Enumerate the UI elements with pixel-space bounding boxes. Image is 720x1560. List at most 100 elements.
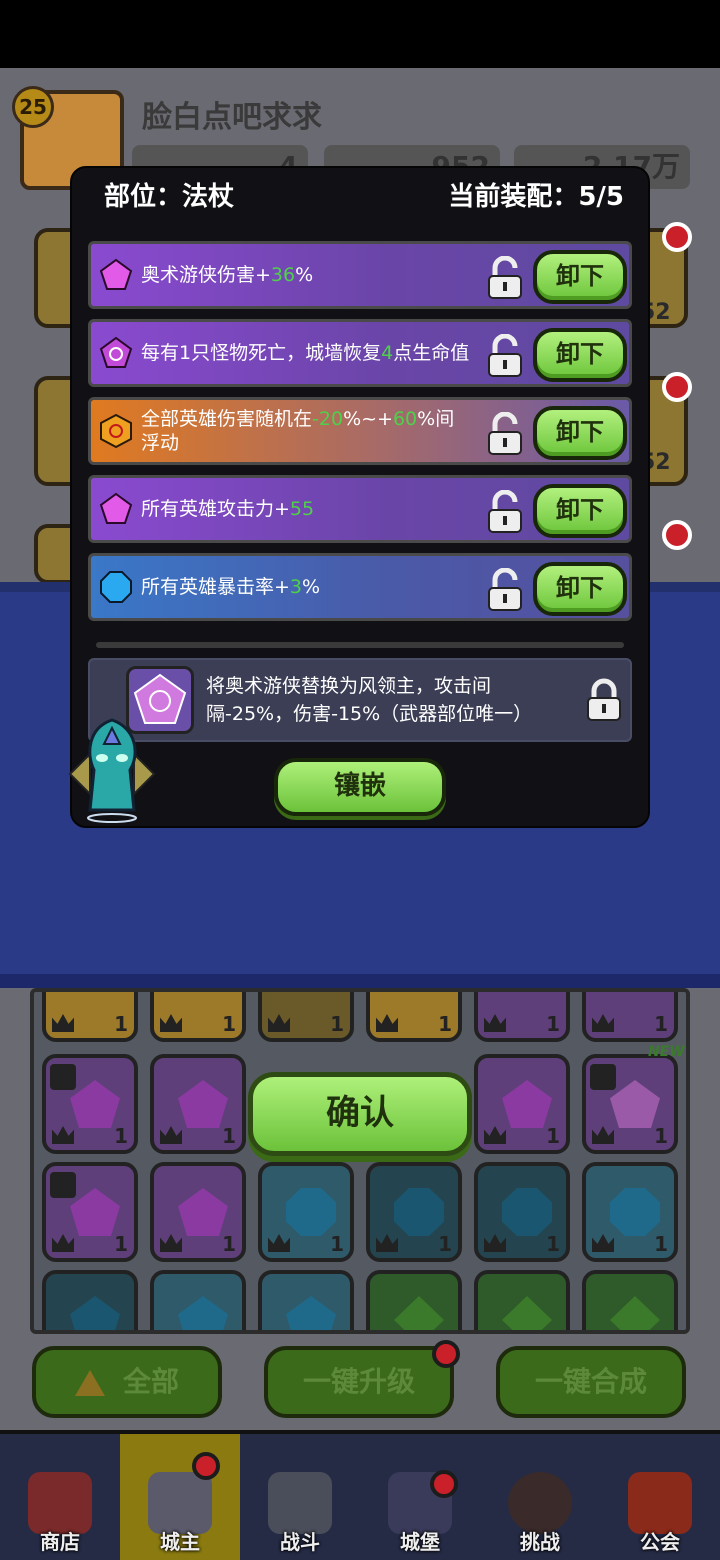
nav-challenge[interactable]: 挑战 — [480, 1434, 600, 1560]
notification-dot — [662, 222, 692, 252]
nav-lord-label: 城主 — [160, 1530, 200, 1554]
blue-gem-icon — [286, 1296, 336, 1330]
triangle-icon — [74, 1370, 105, 1396]
unlocked-padlock-icon[interactable] — [485, 256, 525, 300]
orange-hexagon-gem-icon — [100, 414, 132, 448]
lock-icon — [590, 1064, 616, 1090]
blue-gem-icon — [394, 1188, 444, 1236]
inventory-slot[interactable]: 1 — [150, 1162, 246, 1262]
player-level-badge: 25 — [12, 86, 54, 128]
shop-icon — [28, 1472, 92, 1534]
inventory-slot[interactable] — [474, 1270, 570, 1330]
inventory-slot[interactable]: 1 — [150, 1054, 246, 1154]
blue-octagon-gem-icon — [100, 571, 132, 603]
equipped-gem-row: 所有英雄攻击力+55 卸下 — [88, 475, 632, 543]
lord-crown-icon — [148, 1472, 212, 1534]
blue-gem-icon — [178, 1296, 228, 1330]
gem-effect-text: 所有英雄攻击力+55 — [141, 498, 315, 520]
filter-all-label: 全部 — [122, 1365, 179, 1398]
new-tag: NEW — [648, 1044, 685, 1060]
inventory-slot[interactable]: 1 — [582, 1054, 678, 1154]
unlocked-padlock-icon[interactable] — [485, 412, 525, 456]
notification-dot — [192, 1452, 220, 1480]
locked-padlock-icon — [587, 678, 621, 721]
unload-button[interactable]: 卸下 — [533, 406, 627, 460]
inventory-slot[interactable] — [42, 1270, 138, 1330]
notification-dot — [662, 372, 692, 402]
gem-inventory-grid: 1 1 1 1 1 1 1 1 1 1 1 1 1 1 1 1 — [30, 988, 690, 1334]
notification-dot — [432, 1340, 460, 1368]
demon-icon — [508, 1472, 572, 1534]
crown-icon — [52, 1126, 74, 1144]
blue-gem-icon — [610, 1188, 660, 1236]
purple-gem-icon — [178, 1080, 228, 1128]
inventory-slot[interactable]: 1 — [474, 992, 570, 1042]
inventory-slot[interactable]: 1 — [42, 992, 138, 1042]
filter-all-button[interactable]: 全部 — [32, 1346, 222, 1418]
nav-lord[interactable]: 城主 — [120, 1434, 240, 1560]
merge-all-button[interactable]: 一键合成 — [496, 1346, 686, 1418]
inventory-slot[interactable]: 1 — [366, 1162, 462, 1262]
inventory-slot[interactable] — [582, 1270, 678, 1330]
gem-effect-text: 每有1只怪物死亡，城墙恢复4点生命值 — [141, 342, 470, 364]
crown-icon — [52, 1014, 74, 1032]
skill-description: 将奥术游侠替换为风领主，攻击间隔-25%，伤害-15%（武器部位唯一） — [206, 675, 533, 725]
inventory-slot[interactable]: 1 — [366, 992, 462, 1042]
inventory-slot[interactable]: 1 — [474, 1054, 570, 1154]
hammer-icon — [592, 1126, 614, 1144]
crown-icon — [376, 1234, 398, 1252]
nav-shop[interactable]: 商店 — [0, 1434, 120, 1560]
unlocked-padlock-icon[interactable] — [485, 490, 525, 534]
nav-battle[interactable]: 战斗 — [240, 1434, 360, 1560]
purple-pentagon-gem-icon — [99, 258, 133, 290]
crown-icon — [592, 1014, 614, 1032]
inventory-slot[interactable]: 1 — [150, 992, 246, 1042]
bottom-nav-bar: 商店 城主 战斗 城堡 挑战 公会 — [0, 1430, 720, 1560]
upgrade-all-button[interactable]: 一键升级 — [264, 1346, 454, 1418]
unlocked-padlock-icon[interactable] — [485, 334, 525, 378]
equipped-gem-row: 奥术游侠伤害+36% 卸下 — [88, 241, 632, 309]
nav-castle[interactable]: 城堡 — [360, 1434, 480, 1560]
inventory-slot[interactable] — [258, 1270, 354, 1330]
notification-dot — [662, 520, 692, 550]
inventory-slot[interactable] — [150, 1270, 246, 1330]
inventory-slot[interactable]: 1 — [474, 1162, 570, 1262]
unload-button[interactable]: 卸下 — [533, 250, 627, 304]
swords-icon — [268, 1472, 332, 1534]
inventory-slot[interactable]: 1 — [42, 1054, 138, 1154]
boot-icon — [484, 1234, 506, 1252]
purple-pentagon-gem-icon — [99, 492, 133, 524]
upgrade-all-label: 一键升级 — [302, 1365, 415, 1398]
unload-button[interactable]: 卸下 — [533, 562, 627, 616]
inventory-slot[interactable]: 1 — [42, 1162, 138, 1262]
ring-icon — [592, 1234, 614, 1252]
ring-icon — [160, 1234, 182, 1252]
blue-gem-icon — [70, 1296, 120, 1330]
ring-icon — [376, 1014, 398, 1032]
skill-gem-icon — [610, 1080, 660, 1128]
unlocked-padlock-icon[interactable] — [485, 568, 525, 612]
equipped-gem-row: 所有英雄暴击率+3% 卸下 — [88, 553, 632, 621]
purple-gem-icon — [70, 1080, 120, 1128]
purple-gem-icon — [178, 1188, 228, 1236]
nav-battle-label: 战斗 — [280, 1530, 320, 1554]
purple-swirl-gem-icon — [99, 336, 133, 368]
inlay-button[interactable]: 镶嵌 — [274, 758, 446, 816]
unload-button[interactable]: 卸下 — [533, 328, 627, 382]
inventory-slot[interactable]: 1 — [582, 1162, 678, 1262]
nav-guild[interactable]: 公会 — [600, 1434, 720, 1560]
inventory-slot[interactable]: 1 — [582, 992, 678, 1042]
game-screen: 25 脸白点吧求求 4 952 2.17万 52 52 1 1 1 1 1 1 … — [0, 0, 720, 1560]
inventory-slot[interactable]: 1 — [258, 1162, 354, 1262]
ring-icon — [52, 1234, 74, 1252]
unload-button[interactable]: 卸下 — [533, 484, 627, 538]
inventory-slot[interactable] — [366, 1270, 462, 1330]
crown-icon — [160, 1126, 182, 1144]
hammer-icon — [484, 1126, 506, 1144]
guild-flag-icon — [628, 1472, 692, 1534]
gem-effect-text: 所有英雄暴击率+3% — [141, 576, 321, 598]
confirm-button[interactable]: 确认 — [248, 1072, 472, 1156]
inventory-slot[interactable]: 1 — [258, 992, 354, 1042]
equip-part-label: 部位：法杖 — [104, 182, 235, 212]
nav-guild-label: 公会 — [640, 1530, 680, 1554]
